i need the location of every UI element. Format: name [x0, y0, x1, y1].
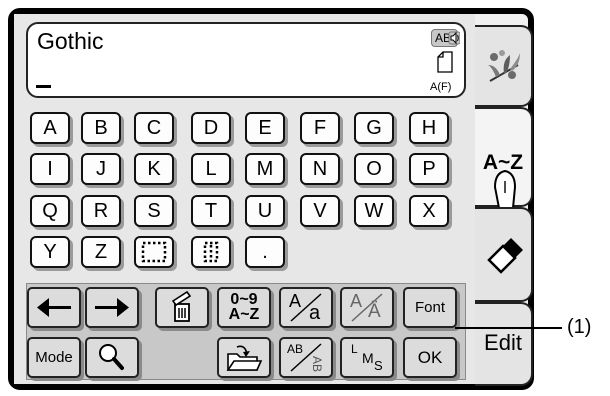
charset-letters-label: A~Z — [228, 306, 260, 323]
font-name: Gothic — [37, 28, 104, 54]
key-Q[interactable]: Q — [30, 195, 70, 227]
key-C[interactable]: C — [134, 112, 174, 144]
size-l-label: L — [351, 342, 358, 356]
key-O[interactable]: O — [354, 153, 394, 185]
key-P[interactable]: P — [409, 153, 449, 185]
delete-button[interactable] — [155, 287, 209, 328]
size-m-label: M — [362, 350, 374, 366]
speaker-icon — [448, 31, 460, 45]
key-H[interactable]: H — [409, 112, 449, 144]
key-B[interactable]: B — [81, 112, 121, 144]
font-button[interactable]: Font — [403, 287, 457, 328]
font-button-label: Font — [414, 299, 445, 316]
key-T[interactable]: T — [191, 195, 231, 227]
tab-erase[interactable] — [475, 207, 533, 302]
key-K[interactable]: K — [134, 153, 174, 185]
charset-button[interactable]: 0~9 A~Z — [217, 287, 271, 328]
arrow-left-icon — [37, 298, 71, 317]
key-W[interactable]: W — [354, 195, 394, 227]
key-N[interactable]: N — [300, 153, 340, 185]
dotted-narrow-box-icon — [203, 241, 219, 263]
size-button[interactable]: L M S — [340, 337, 394, 378]
text-cursor — [36, 85, 51, 88]
accent-button[interactable]: A Ä — [340, 287, 394, 328]
wide-space-key[interactable] — [134, 236, 174, 268]
tab-edit[interactable]: Edit — [475, 302, 533, 386]
ok-button-label: OK — [417, 348, 443, 367]
ok-button[interactable]: OK — [403, 337, 457, 378]
key-period[interactable]: . — [245, 236, 285, 268]
slash-icon — [290, 293, 322, 322]
zoom-button[interactable] — [85, 337, 139, 378]
dotted-box-icon — [141, 241, 167, 263]
text-display: Gothic AB A(F) — [26, 22, 466, 98]
hand-pointer-icon — [493, 169, 517, 209]
charset-digits-label: 0~9 — [230, 291, 258, 308]
cursor-right-button[interactable] — [85, 287, 139, 328]
size-s-label: S — [374, 358, 383, 373]
slash-icon — [351, 293, 383, 322]
input-mode-label: A(F) — [430, 81, 452, 93]
case-toggle-button[interactable]: A a — [279, 287, 333, 328]
key-Z[interactable]: Z — [81, 236, 121, 268]
key-J[interactable]: J — [81, 153, 121, 185]
key-V[interactable]: V — [300, 195, 340, 227]
accent-target-label: Ä — [368, 301, 381, 322]
key-Y[interactable]: Y — [30, 236, 70, 268]
trash-icon — [171, 290, 192, 322]
callout-label: (1) — [567, 316, 592, 338]
key-I[interactable]: I — [30, 153, 70, 185]
tab-alphabet[interactable]: A~Z — [475, 107, 533, 209]
key-L[interactable]: L — [191, 153, 231, 185]
page-icon — [437, 51, 453, 73]
magnify-icon — [99, 344, 124, 370]
cursor-left-button[interactable] — [27, 287, 81, 328]
key-U[interactable]: U — [245, 195, 285, 227]
tab-edit-label: Edit — [484, 330, 522, 355]
open-file-button[interactable] — [217, 337, 271, 378]
key-E[interactable]: E — [245, 112, 285, 144]
mode-button[interactable]: Mode — [27, 337, 81, 378]
key-F[interactable]: F — [300, 112, 340, 144]
key-R[interactable]: R — [81, 195, 121, 227]
orient-rotated-label: AB — [310, 355, 325, 373]
key-M[interactable]: M — [245, 153, 285, 185]
eraser-icon — [487, 238, 523, 274]
flower-icon — [488, 50, 520, 82]
orientation-button[interactable]: AB AB — [279, 337, 333, 378]
key-D[interactable]: D — [191, 112, 231, 144]
key-A[interactable]: A — [30, 112, 70, 144]
narrow-space-key[interactable] — [191, 236, 231, 268]
key-G[interactable]: G — [354, 112, 394, 144]
tab-pattern[interactable] — [475, 25, 533, 107]
case-lower-label: a — [309, 302, 321, 324]
key-X[interactable]: X — [409, 195, 449, 227]
folder-open-icon — [226, 345, 263, 371]
key-S[interactable]: S — [134, 195, 174, 227]
arrow-right-icon — [95, 298, 129, 317]
callout-leader-line — [455, 327, 562, 329]
mode-button-label: Mode — [35, 349, 73, 366]
